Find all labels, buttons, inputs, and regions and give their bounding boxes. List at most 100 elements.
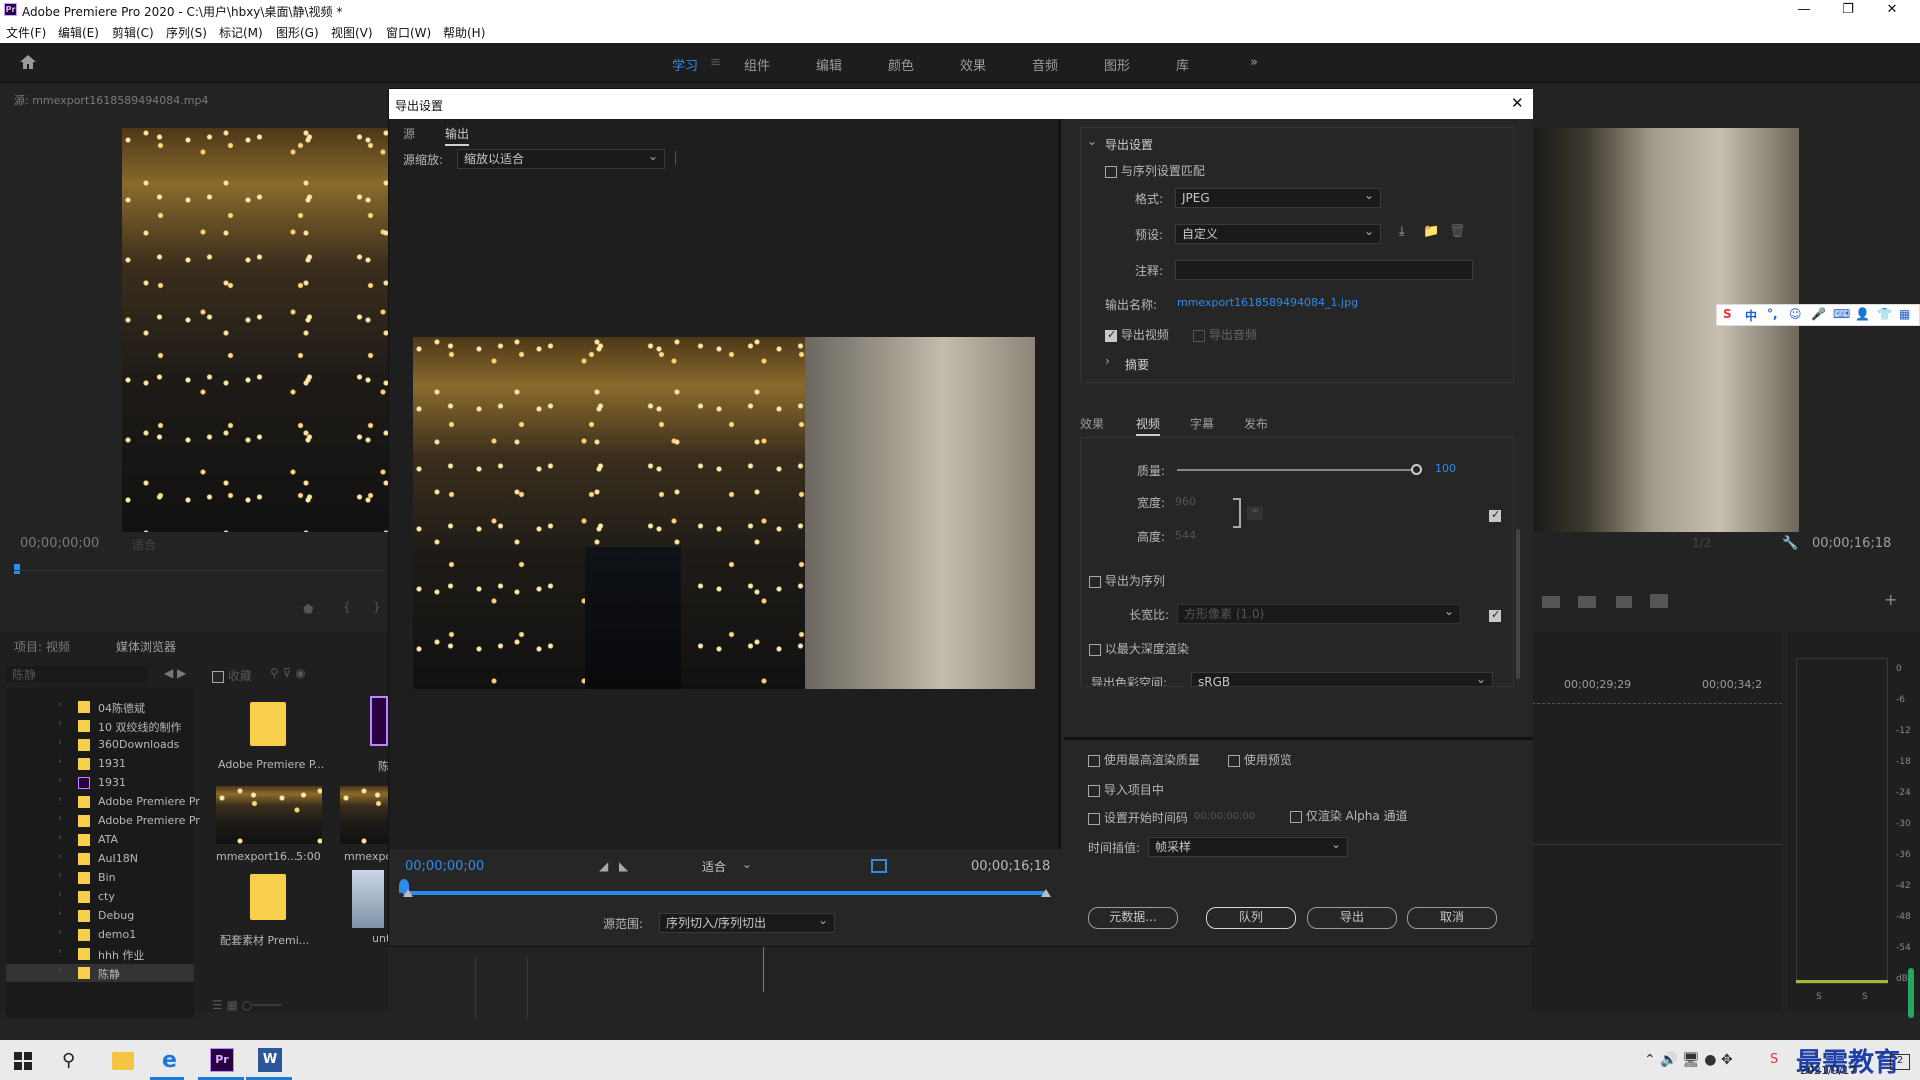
tree-item[interactable]: › AuI18N <box>6 850 194 868</box>
import-preset-icon[interactable]: 📁 <box>1423 224 1439 239</box>
source-monitor-tab[interactable]: 源: mmexport1618589494084.mp4 <box>14 92 208 108</box>
workspace-color[interactable]: 颜色 <box>888 55 914 74</box>
output-name-link[interactable]: mmexport1618589494084_1.jpg <box>1177 296 1358 309</box>
ime-button[interactable]: 👕 <box>1877 307 1892 321</box>
project-search-input[interactable]: 陈静 <box>6 666 148 682</box>
video-thumbnail[interactable] <box>216 786 322 844</box>
workspace-graphics[interactable]: 图形 <box>1104 55 1130 74</box>
tree-item[interactable]: › Bin <box>6 869 194 887</box>
windows-start-icon[interactable] <box>14 1052 32 1070</box>
tree-item[interactable]: › Adobe Premiere Pr <box>6 812 200 830</box>
tree-item[interactable]: › 1931 <box>6 755 194 773</box>
source-range-bar[interactable] <box>403 891 1045 895</box>
menu-view[interactable]: 视图(V) <box>331 24 373 41</box>
source-scale-dropdown[interactable]: 缩放以适合 <box>457 147 665 169</box>
filter-icon[interactable]: ⚲ ⊽ ◉ <box>270 666 306 680</box>
set-in-point-icon[interactable]: ◢ <box>599 859 608 873</box>
chevron-right-icon[interactable]: › <box>58 832 62 843</box>
workspace-effects[interactable]: 效果 <box>960 55 986 74</box>
tree-item[interactable]: › cty <box>6 888 194 906</box>
workspace-menu-icon[interactable]: ≡ <box>710 55 721 70</box>
video-thumbnail[interactable] <box>340 786 390 844</box>
close-window-button[interactable]: ✕ <box>1870 0 1914 21</box>
export-as-sequence-checkbox[interactable]: 导出为序列 <box>1089 572 1165 589</box>
use-preview-checkbox[interactable]: 使用预览 <box>1228 751 1292 768</box>
ime-button[interactable]: 👤 <box>1855 307 1870 321</box>
match-sequence-checkbox[interactable]: 与序列设置匹配 <box>1105 162 1205 179</box>
tab-effects[interactable]: 效果 <box>1080 415 1104 432</box>
tab-output[interactable]: 输出 <box>445 125 470 146</box>
notification-icon[interactable]: 2 <box>1890 1054 1910 1070</box>
maximize-button[interactable]: ❐ <box>1826 0 1870 21</box>
chevron-right-icon[interactable]: › <box>58 965 62 976</box>
back-icon[interactable]: ◀ ▶ <box>164 666 186 680</box>
program-zoom-dropdown[interactable]: 1/2 <box>1692 536 1711 550</box>
set-out-point-icon[interactable]: ◣ <box>619 859 628 873</box>
tree-item[interactable]: › 360Downloads <box>6 736 194 754</box>
menu-help[interactable]: 帮助(H) <box>443 24 485 41</box>
menu-graphics[interactable]: 图形(G) <box>276 24 319 41</box>
menu-marker[interactable]: 标记(M) <box>219 24 263 41</box>
alpha-only-checkbox[interactable]: 仅渲染 Alpha 通道 <box>1290 807 1408 824</box>
search-icon[interactable]: ⚲ <box>62 1050 75 1071</box>
save-preset-icon[interactable]: ⤓ <box>1399 224 1405 239</box>
chevron-right-icon[interactable]: › <box>58 737 62 748</box>
compare-icon[interactable] <box>1650 594 1668 608</box>
tree-item[interactable]: › 1931 <box>6 774 194 792</box>
tab-publish[interactable]: 发布 <box>1244 415 1268 432</box>
tree-item[interactable]: › ATA <box>6 831 194 849</box>
word-taskbar-icon[interactable]: W <box>258 1048 282 1072</box>
tile-name[interactable]: mmexport16... <box>216 850 298 863</box>
quality-value[interactable]: 100 <box>1435 462 1456 475</box>
tree-item[interactable]: › 10 双绞线的制作 <box>6 717 194 735</box>
time-interp-dropdown[interactable]: 帧采样 <box>1148 835 1348 857</box>
preset-dropdown[interactable]: 自定义 <box>1175 222 1381 244</box>
ime-button[interactable]: 🎤 <box>1811 307 1826 321</box>
in-handle[interactable] <box>403 889 413 897</box>
width-value[interactable]: 960 <box>1175 495 1196 508</box>
tree-item[interactable]: › Debug <box>6 907 194 925</box>
queue-button[interactable]: 队列 <box>1206 907 1296 929</box>
chevron-right-icon[interactable]: › <box>58 718 62 729</box>
image-thumbnail[interactable] <box>352 870 384 928</box>
fit-dropdown[interactable]: 适合 <box>695 855 759 875</box>
tree-item[interactable]: › hhh 作业 <box>6 945 194 963</box>
ime-button[interactable]: 中 <box>1745 307 1757 324</box>
expand-summary-icon[interactable]: › <box>1105 354 1110 368</box>
chevron-right-icon[interactable]: › <box>58 813 62 824</box>
timecode-in[interactable]: 00;00;00;00 <box>405 859 484 874</box>
ie-icon[interactable]: e <box>162 1048 177 1073</box>
workspace-audio[interactable]: 音频 <box>1032 55 1058 74</box>
minimize-button[interactable]: — <box>1782 0 1826 21</box>
tab-video[interactable]: 视频 <box>1136 415 1161 436</box>
premiere-taskbar-icon[interactable]: Pr <box>210 1048 234 1072</box>
ime-button[interactable]: ☺ <box>1789 307 1802 321</box>
tree-item[interactable]: › 04陈德斌 <box>6 698 194 716</box>
comment-input[interactable] <box>1175 260 1473 280</box>
timeline-playhead[interactable] <box>763 946 764 992</box>
max-depth-checkbox[interactable]: 以最大深度渲染 <box>1089 640 1189 657</box>
color-space-dropdown[interactable]: sRGB <box>1191 670 1493 686</box>
quality-slider[interactable] <box>1177 464 1422 475</box>
ime-button[interactable]: S <box>1723 307 1732 321</box>
solo-button[interactable]: S <box>1816 992 1822 1002</box>
import-project-checkbox[interactable]: 导入项目中 <box>1088 781 1164 798</box>
extract-icon[interactable] <box>1578 596 1596 608</box>
chevron-right-icon[interactable]: › <box>58 851 62 862</box>
workspace-overflow-icon[interactable]: » <box>1250 55 1258 70</box>
resize-checkbox[interactable] <box>1489 508 1501 522</box>
tab-captions[interactable]: 字幕 <box>1190 415 1214 432</box>
chevron-right-icon[interactable]: › <box>58 794 62 805</box>
ime-button[interactable]: ▦ <box>1899 307 1910 321</box>
sogou-tray-icon[interactable]: S <box>1770 1052 1778 1067</box>
tile-name[interactable]: Adobe Premiere P... <box>218 758 324 771</box>
list-view-icon[interactable]: ☰ ▦ ○──── <box>212 998 281 1012</box>
ime-button[interactable]: °, <box>1767 307 1778 321</box>
aspect-dropdown[interactable]: 方形像素 (1.0) <box>1177 602 1461 624</box>
tree-item[interactable]: › 陈静 <box>6 964 194 982</box>
tray-icons[interactable]: ⌃ 🔊 🖥 ● ✥ <box>1644 1052 1733 1068</box>
settings-scrollbar[interactable] <box>1516 529 1520 679</box>
folder-icon[interactable] <box>250 702 286 746</box>
chevron-right-icon[interactable]: › <box>58 889 62 900</box>
add-button-icon[interactable]: + <box>1884 590 1897 609</box>
